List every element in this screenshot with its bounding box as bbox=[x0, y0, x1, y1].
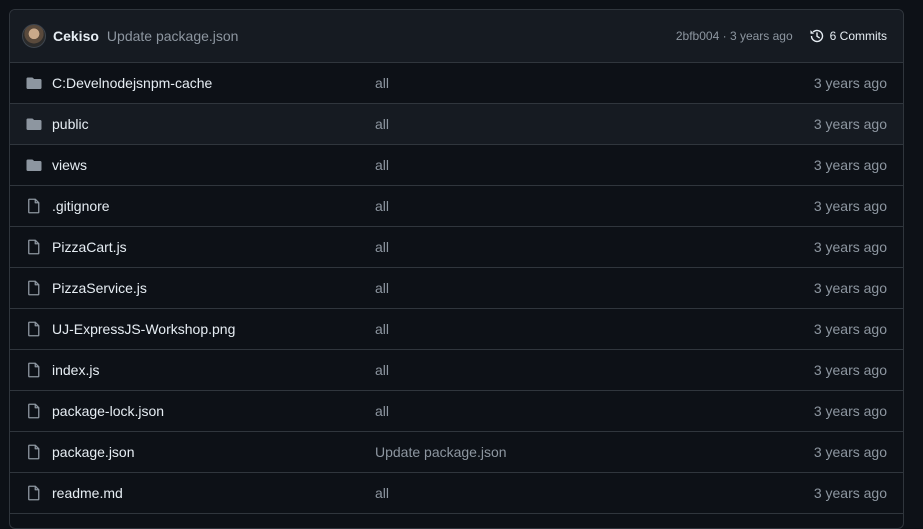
file-commit-age: 3 years ago bbox=[813, 198, 887, 214]
file-commit-message[interactable]: all bbox=[375, 321, 814, 337]
file-commit-age: 3 years ago bbox=[813, 362, 887, 378]
file-icon bbox=[25, 198, 43, 214]
file-row[interactable]: UJ-ExpressJS-Workshop.png all 3 years ag… bbox=[10, 309, 903, 350]
file-name[interactable]: package-lock.json bbox=[52, 403, 375, 419]
file-name[interactable]: package.json bbox=[52, 444, 375, 460]
file-commit-message[interactable]: all bbox=[375, 280, 814, 296]
file-commit-age: 3 years ago bbox=[813, 75, 887, 91]
file-name[interactable]: .gitignore bbox=[52, 198, 375, 214]
file-commit-message[interactable]: all bbox=[375, 403, 814, 419]
file-name[interactable]: PizzaCart.js bbox=[52, 239, 375, 255]
file-commit-message[interactable]: all bbox=[375, 157, 814, 173]
file-commit-message[interactable]: all bbox=[375, 198, 814, 214]
folder-icon bbox=[25, 116, 43, 132]
commits-count-label: 6 Commits bbox=[829, 29, 887, 43]
file-row[interactable]: .gitignore all 3 years ago bbox=[10, 186, 903, 227]
file-commit-age: 3 years ago bbox=[813, 485, 887, 501]
file-name[interactable]: public bbox=[52, 116, 375, 132]
file-name[interactable]: C:Develnodejsnpm-cache bbox=[52, 75, 375, 91]
file-icon bbox=[25, 485, 43, 501]
file-row[interactable]: package-lock.json all 3 years ago bbox=[10, 391, 903, 432]
file-name[interactable]: UJ-ExpressJS-Workshop.png bbox=[52, 321, 375, 337]
file-commit-age: 3 years ago bbox=[813, 280, 887, 296]
latest-commit-bar: Cekiso Update package.json 2bfb004 · 3 y… bbox=[10, 10, 903, 63]
file-name[interactable]: PizzaService.js bbox=[52, 280, 375, 296]
file-name[interactable]: readme.md bbox=[52, 485, 375, 501]
file-row[interactable]: index.js all 3 years ago bbox=[10, 350, 903, 391]
file-icon bbox=[25, 444, 43, 460]
meta-separator: · bbox=[722, 29, 727, 43]
file-name[interactable]: views bbox=[52, 157, 375, 173]
file-row[interactable]: readme.md all 3 years ago bbox=[10, 473, 903, 514]
commit-author[interactable]: Cekiso bbox=[53, 28, 99, 44]
commit-age: 3 years ago bbox=[729, 29, 793, 43]
file-row[interactable]: PizzaService.js all 3 years ago bbox=[10, 268, 903, 309]
file-commit-age: 3 years ago bbox=[813, 157, 887, 173]
file-icon bbox=[25, 403, 43, 419]
file-commit-age: 3 years ago bbox=[813, 116, 887, 132]
file-commit-message[interactable]: all bbox=[375, 116, 814, 132]
file-commit-age: 3 years ago bbox=[813, 239, 887, 255]
commits-link[interactable]: 6 Commits bbox=[809, 28, 887, 44]
folder-icon bbox=[25, 75, 43, 91]
file-commit-age: 3 years ago bbox=[813, 403, 887, 419]
file-commit-message[interactable]: all bbox=[375, 362, 814, 378]
file-commit-message[interactable]: all bbox=[375, 485, 814, 501]
file-browser: Cekiso Update package.json 2bfb004 · 3 y… bbox=[9, 9, 904, 529]
file-icon bbox=[25, 321, 43, 337]
file-row[interactable]: C:Develnodejsnpm-cache all 3 years ago bbox=[10, 63, 903, 104]
file-commit-message[interactable]: Update package.json bbox=[375, 444, 814, 460]
file-commit-message[interactable]: all bbox=[375, 239, 814, 255]
file-row[interactable]: public all 3 years ago bbox=[10, 104, 903, 145]
file-icon bbox=[25, 280, 43, 296]
file-commit-age: 3 years ago bbox=[813, 321, 887, 337]
file-row[interactable]: package.json Update package.json 3 years… bbox=[10, 432, 903, 473]
file-list: C:Develnodejsnpm-cache all 3 years ago p… bbox=[10, 63, 903, 514]
file-commit-message[interactable]: all bbox=[375, 75, 814, 91]
file-row[interactable]: views all 3 years ago bbox=[10, 145, 903, 186]
commit-meta: 2bfb004 · 3 years ago bbox=[676, 29, 793, 43]
file-icon bbox=[25, 239, 43, 255]
author-avatar[interactable] bbox=[22, 24, 46, 48]
latest-commit-message[interactable]: Update package.json bbox=[107, 28, 239, 44]
commit-hash[interactable]: 2bfb004 bbox=[676, 29, 719, 43]
file-name[interactable]: index.js bbox=[52, 362, 375, 378]
folder-icon bbox=[25, 157, 43, 173]
file-commit-age: 3 years ago bbox=[813, 444, 887, 460]
history-icon bbox=[810, 29, 823, 43]
file-icon bbox=[25, 362, 43, 378]
file-row[interactable]: PizzaCart.js all 3 years ago bbox=[10, 227, 903, 268]
